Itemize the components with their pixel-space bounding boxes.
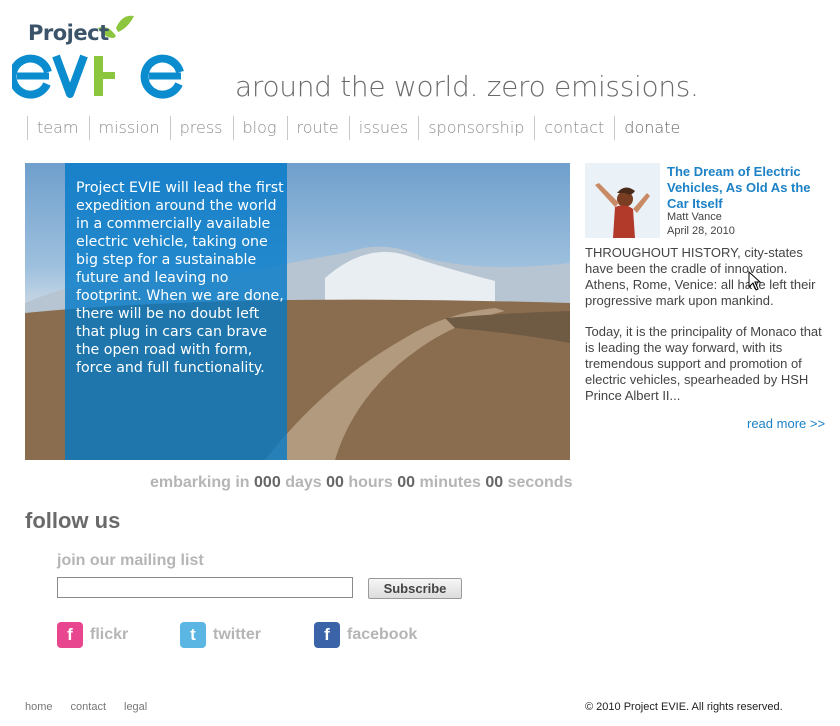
countdown-seconds-label: seconds bbox=[507, 474, 573, 491]
article-paragraph-1: THROUGHOUT HISTORY, city-states have bee… bbox=[585, 245, 816, 308]
footer-nav: home contact legal bbox=[25, 701, 147, 713]
twitter-icon: t bbox=[180, 622, 206, 648]
article-date: April 28, 2010 bbox=[667, 225, 735, 237]
countdown-hours-label: hours bbox=[348, 474, 393, 491]
article-body: THROUGHOUT HISTORY, city-states have bee… bbox=[585, 245, 825, 419]
countdown-hours: 00 bbox=[326, 474, 344, 491]
countdown-minutes: 00 bbox=[397, 474, 416, 491]
countdown-seconds: 00 bbox=[485, 474, 504, 491]
countdown-minutes-label: minutes bbox=[419, 474, 481, 491]
article-thumbnail-image bbox=[585, 163, 660, 238]
nav-press[interactable]: press bbox=[169, 116, 233, 140]
mailing-list-email-input[interactable] bbox=[57, 577, 353, 598]
social-twitter-label: twitter bbox=[213, 626, 261, 643]
footer-link-legal[interactable]: legal bbox=[124, 701, 147, 713]
social-twitter-link[interactable]: t twitter bbox=[180, 622, 261, 648]
mouse-cursor-icon bbox=[748, 271, 762, 291]
logo-project-text: Project bbox=[28, 21, 109, 45]
article-title[interactable]: The Dream of Electric Vehicles, As Old A… bbox=[667, 164, 827, 212]
nav-donate[interactable]: donate bbox=[614, 116, 690, 140]
hero-description: Project EVIE will lead the first expedit… bbox=[76, 180, 284, 376]
launch-countdown: embarking in 000 days 00 hours 00 minute… bbox=[150, 474, 572, 492]
article-author: Matt Vance bbox=[667, 211, 722, 223]
main-nav: team mission press blog route issues spo… bbox=[27, 116, 690, 140]
countdown-prefix: embarking in bbox=[150, 474, 250, 491]
read-more-link[interactable]: read more >> bbox=[747, 416, 825, 431]
footer-link-home[interactable]: home bbox=[25, 701, 53, 713]
mailing-list-label: join our mailing list bbox=[57, 552, 204, 569]
social-flickr-link[interactable]: f flickr bbox=[57, 622, 128, 648]
nav-route[interactable]: route bbox=[286, 116, 349, 140]
article-paragraph-2: Today, it is the principality of Monaco … bbox=[585, 324, 822, 403]
nav-issues[interactable]: issues bbox=[348, 116, 418, 140]
project-evie-logo[interactable]: Project bbox=[12, 10, 192, 102]
nav-sponsorship[interactable]: sponsorship bbox=[418, 116, 534, 140]
countdown-days: 000 bbox=[254, 474, 281, 491]
nav-team[interactable]: team bbox=[27, 116, 89, 140]
countdown-days-label: days bbox=[285, 474, 322, 491]
copyright-notice: © 2010 Project EVIE. All rights reserved… bbox=[585, 701, 783, 713]
footer-link-contact[interactable]: contact bbox=[71, 701, 106, 713]
nav-contact[interactable]: contact bbox=[534, 116, 614, 140]
social-flickr-label: flickr bbox=[90, 626, 129, 643]
follow-us-heading: follow us bbox=[25, 508, 121, 533]
subscribe-button[interactable]: Subscribe bbox=[368, 578, 462, 599]
tagline: around the world. zero emissions. bbox=[235, 70, 699, 103]
nav-mission[interactable]: mission bbox=[88, 116, 170, 140]
hero-image: Project EVIE will lead the first expedit… bbox=[25, 163, 570, 460]
article-thumbnail[interactable] bbox=[585, 163, 660, 238]
social-facebook-label: facebook bbox=[347, 626, 418, 643]
flickr-icon: f bbox=[57, 622, 83, 648]
social-facebook-link[interactable]: f facebook bbox=[314, 622, 417, 648]
nav-blog[interactable]: blog bbox=[232, 116, 287, 140]
facebook-icon: f bbox=[314, 622, 340, 648]
